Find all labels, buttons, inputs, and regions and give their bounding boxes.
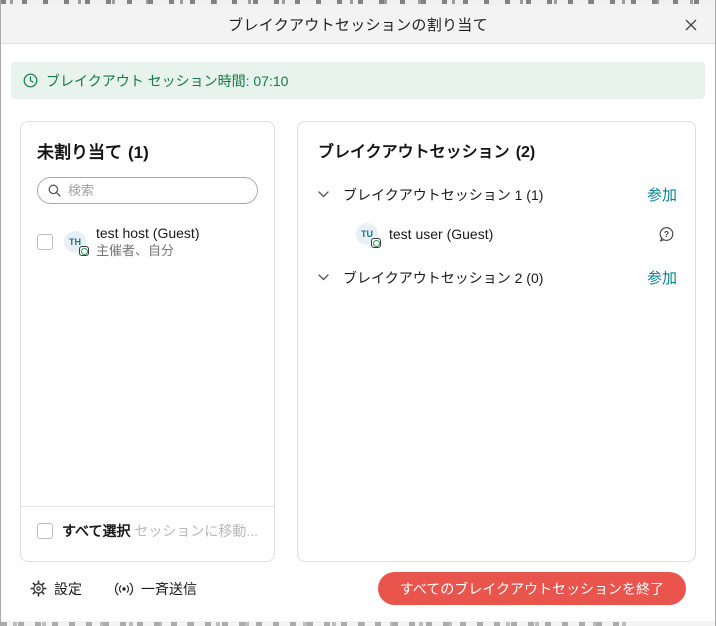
avatar: TU — [356, 223, 378, 245]
sessions-panel-header: ブレイクアウトセッション (2) — [318, 138, 677, 162]
breakout-assignment-dialog: ブレイクアウトセッションの割り当て ブレイクアウト セッション時間: 07:10… — [0, 0, 716, 626]
move-to-session-link[interactable]: セッションに移動... — [134, 521, 258, 541]
search-input[interactable] — [68, 183, 247, 198]
unassigned-count: (1) — [128, 143, 149, 163]
unassigned-participant-row: TH test host (Guest) 主催者、自分 — [37, 224, 258, 260]
avatar-initials: TU — [361, 229, 373, 239]
settings-label: 設定 — [54, 579, 82, 599]
join-session-1-link[interactable]: 参加 — [647, 184, 677, 205]
unassigned-panel: 未割り当て (1) TH test host (G — [20, 121, 275, 562]
clock-icon — [23, 73, 38, 88]
session-1-participant-row: TU test user (Guest) ? — [356, 223, 675, 245]
close-icon — [684, 18, 698, 32]
session-row-1: ブレイクアウトセッション 1 (1) 参加 — [316, 184, 677, 205]
svg-text:?: ? — [664, 229, 669, 239]
dialog-footer: 設定 一斉送信 すべてのブレイクアウトセッション — [11, 562, 705, 621]
broadcast-button[interactable]: 一斉送信 — [114, 579, 197, 599]
sessions-count: (2) — [516, 144, 536, 162]
broadcast-label: 一斉送信 — [141, 579, 197, 599]
end-all-sessions-button[interactable]: すべてのブレイクアウトセッションを終了 — [378, 572, 686, 605]
dialog-title: ブレイクアウトセッションの割り当て — [228, 14, 488, 35]
join-session-2-link[interactable]: 参加 — [647, 267, 677, 288]
panels-row: 未割り当て (1) TH test host (G — [20, 121, 696, 562]
session-row-2: ブレイクアウトセッション 2 (0) 参加 — [316, 267, 677, 288]
search-icon — [48, 184, 61, 197]
session-timer-banner: ブレイクアウト セッション時間: 07:10 — [11, 62, 705, 99]
help-bubble-icon[interactable]: ? — [658, 226, 675, 243]
select-all-checkbox[interactable] — [37, 523, 53, 539]
chevron-down-icon[interactable] — [316, 189, 331, 200]
unassigned-title: 未割り当て — [37, 138, 122, 163]
participant-role: 主催者、自分 — [96, 243, 199, 260]
settings-button[interactable]: 設定 — [30, 579, 82, 599]
sessions-panel: ブレイクアウトセッション (2) ブレイクアウトセッション 1 (1) 参加 T… — [297, 121, 696, 562]
close-button[interactable] — [680, 14, 702, 36]
avatar: TH — [64, 231, 86, 253]
gear-icon — [30, 580, 47, 597]
session-name: ブレイクアウトセッション 2 (0) — [343, 268, 543, 288]
underlying-window-bottom-sliver — [1, 621, 715, 626]
avatar-badge-icon — [371, 238, 381, 248]
session-timer-text: ブレイクアウト セッション時間: 07:10 — [46, 71, 288, 91]
dialog-header: ブレイクアウトセッションの割り当て — [1, 6, 715, 44]
avatar-badge-icon — [79, 246, 89, 256]
participant-checkbox[interactable] — [37, 234, 53, 250]
unassigned-panel-footer: すべて選択 セッションに移動... — [21, 506, 274, 549]
avatar-initials: TH — [69, 237, 81, 247]
broadcast-icon — [114, 581, 134, 597]
sessions-title: ブレイクアウトセッション — [318, 138, 510, 162]
participant-info: test host (Guest) 主催者、自分 — [96, 224, 199, 260]
participant-name: test user (Guest) — [389, 226, 493, 242]
chevron-down-icon[interactable] — [316, 272, 331, 283]
unassigned-panel-header: 未割り当て (1) — [37, 138, 258, 163]
dialog-body: ブレイクアウト セッション時間: 07:10 未割り当て (1) — [1, 44, 715, 621]
select-all-label: すべて選択 — [62, 521, 130, 541]
session-name: ブレイクアウトセッション 1 (1) — [343, 185, 543, 205]
participant-search[interactable] — [37, 177, 258, 204]
participant-name: test host (Guest) — [96, 224, 199, 242]
